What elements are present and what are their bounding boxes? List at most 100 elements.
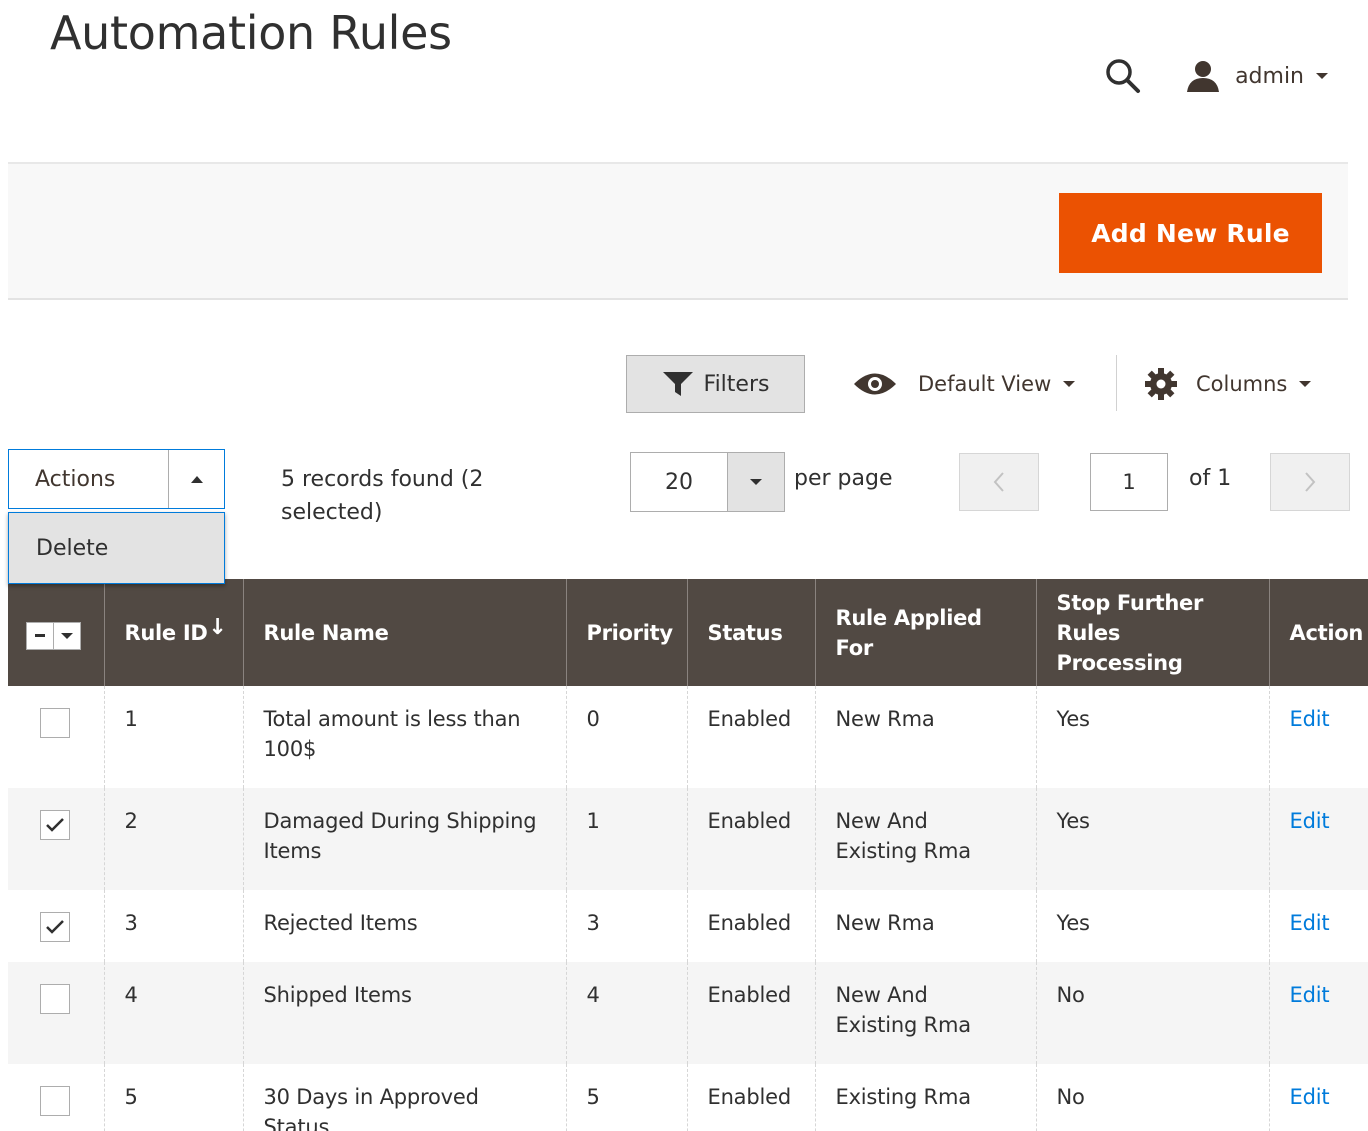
columns-button[interactable]: Columns <box>1144 364 1312 404</box>
select-cell <box>8 686 104 788</box>
mass-actions-select[interactable]: Actions <box>8 449 225 509</box>
rule-name-cell: Shipped Items <box>242 962 566 1064</box>
mass-actions-menu: Delete <box>8 512 225 584</box>
status-cell: Enabled <box>686 890 815 962</box>
edit-link[interactable]: Edit <box>1290 911 1330 935</box>
column-header-rule-applied-for[interactable]: Rule Applied For <box>814 579 1037 686</box>
user-name: admin <box>1235 63 1304 89</box>
row-checkbox[interactable] <box>40 984 70 1014</box>
mass-select-checkbox[interactable] <box>26 621 81 650</box>
page-title: Automation Rules <box>50 6 452 60</box>
rule-id-cell: 1 <box>103 686 243 788</box>
column-header-stop-further-rules[interactable]: Stop Further Rules Processing <box>1035 579 1270 686</box>
select-cell <box>8 890 104 962</box>
eye-icon <box>854 373 896 395</box>
chevron-down-icon <box>1063 381 1076 387</box>
chevron-down-icon <box>1316 73 1328 79</box>
user-menu[interactable]: admin <box>1185 59 1328 93</box>
checkmark-icon <box>46 920 64 934</box>
menu-item-delete[interactable]: Delete <box>9 513 224 583</box>
rule-name-cell: Rejected Items <box>242 890 566 962</box>
chevron-up-icon <box>190 475 203 483</box>
rule-id-cell: 4 <box>103 962 243 1064</box>
column-header-priority[interactable]: Priority <box>565 579 688 686</box>
next-page-button[interactable] <box>1270 453 1350 511</box>
per-page-value[interactable]: 20 <box>631 453 727 511</box>
rule-applied-for-cell: New Rma <box>814 686 1036 788</box>
stop-processing-cell: No <box>1035 1064 1269 1131</box>
mass-actions-label: Actions <box>35 466 116 492</box>
columns-label: Columns <box>1196 372 1288 396</box>
view-switcher[interactable]: Default View <box>852 364 1076 404</box>
search-icon <box>1106 59 1141 93</box>
column-header-status[interactable]: Status <box>686 579 816 686</box>
filter-icon <box>662 372 693 396</box>
per-page-toggle[interactable] <box>727 453 784 511</box>
rule-id-cell: 3 <box>103 890 243 962</box>
rule-id-cell: 5 <box>103 1064 243 1131</box>
checkmark-icon <box>46 818 64 832</box>
user-icon <box>1187 61 1220 92</box>
column-header-action: Action <box>1268 579 1368 686</box>
action-cell: Edit <box>1268 1064 1368 1131</box>
table-row[interactable]: 2 Damaged During Shipping Items 1 Enabled Ne… <box>8 788 1368 890</box>
row-checkbox[interactable] <box>40 708 70 738</box>
action-cell: Edit <box>1268 962 1368 1064</box>
header-tools: admin <box>1101 56 1328 96</box>
row-checkbox[interactable] <box>40 810 70 840</box>
rules-table: Rule ID ↓ Rule Name Priority Status Rule… <box>8 579 1368 1131</box>
filters-label: Filters <box>703 371 770 397</box>
action-cell: Edit <box>1268 890 1368 962</box>
chevron-down-icon <box>54 632 80 639</box>
page-actions-bar: Add New Rule <box>8 162 1348 300</box>
column-header-rule-name[interactable]: Rule Name <box>242 579 567 686</box>
stop-processing-cell: Yes <box>1035 788 1269 890</box>
rules-grid: Rule ID ↓ Rule Name Priority Status Rule… <box>8 579 1368 1131</box>
previous-page-button[interactable] <box>959 453 1039 511</box>
table-row[interactable]: 5 30 Days in Approved Status 5 Enabled Exist… <box>8 1064 1368 1131</box>
row-checkbox[interactable] <box>40 1086 70 1116</box>
sort-arrow-icon: ↓ <box>208 615 227 640</box>
edit-link[interactable]: Edit <box>1290 809 1330 833</box>
table-row[interactable]: 3 Rejected Items 3 Enabled New Rma Yes Edit <box>8 890 1368 962</box>
per-page-select[interactable]: 20 <box>630 452 785 512</box>
row-checkbox[interactable] <box>40 912 70 942</box>
rule-id-cell: 2 <box>103 788 243 890</box>
chevron-down-icon <box>1299 381 1312 387</box>
select-cell <box>8 962 104 1064</box>
status-cell: Enabled <box>686 962 815 1064</box>
rule-name-cell: 30 Days in Approved Status <box>242 1064 566 1131</box>
stop-processing-cell: No <box>1035 962 1269 1064</box>
chevron-left-icon <box>993 472 1004 492</box>
table-row[interactable]: 1 Total amount is less than 100$ 0 Enabled N… <box>8 686 1368 788</box>
column-header-rule-id[interactable]: Rule ID ↓ <box>103 579 244 686</box>
edit-link[interactable]: Edit <box>1290 707 1330 731</box>
status-cell: Enabled <box>686 788 815 890</box>
gear-icon <box>1145 368 1177 400</box>
current-page-input[interactable]: 1 <box>1090 453 1168 511</box>
rule-name-cell: Damaged During Shipping Items <box>242 788 566 890</box>
rule-applied-for-cell: New And Existing Rma <box>814 962 1036 1064</box>
toolbar-divider <box>1116 355 1117 411</box>
table-row[interactable]: 4 Shipped Items 4 Enabled New And Existing R… <box>8 962 1368 1064</box>
filters-button[interactable]: Filters <box>626 355 805 413</box>
select-cell <box>8 1064 104 1131</box>
total-pages: of 1 <box>1189 466 1232 491</box>
minus-icon <box>27 622 54 649</box>
search-button[interactable] <box>1101 56 1145 96</box>
rule-applied-for-cell: Existing Rma <box>814 1064 1036 1131</box>
action-cell: Edit <box>1268 686 1368 788</box>
priority-cell: 0 <box>565 686 687 788</box>
stop-processing-cell: Yes <box>1035 890 1269 962</box>
view-label: Default View <box>918 372 1052 396</box>
priority-cell: 5 <box>565 1064 687 1131</box>
select-cell <box>8 788 104 890</box>
mass-actions-toggle[interactable] <box>168 450 224 508</box>
mass-select-header <box>8 579 105 686</box>
chevron-right-icon <box>1305 472 1316 492</box>
edit-link[interactable]: Edit <box>1290 983 1330 1007</box>
edit-link[interactable]: Edit <box>1290 1085 1330 1109</box>
add-new-rule-button[interactable]: Add New Rule <box>1059 193 1322 273</box>
table-header-row: Rule ID ↓ Rule Name Priority Status Rule… <box>8 579 1368 686</box>
records-found: 5 records found (2 selected) <box>281 467 484 525</box>
